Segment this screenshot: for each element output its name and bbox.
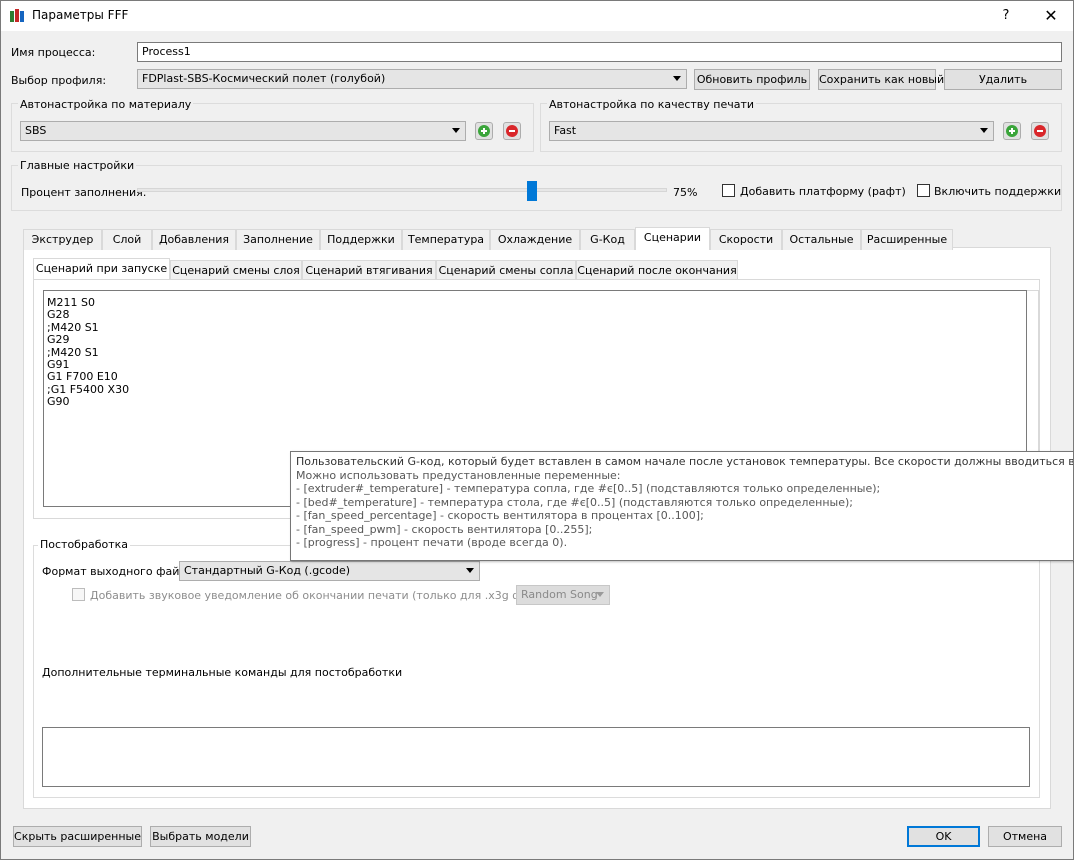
infill-label: Процент заполнения: [21, 186, 147, 199]
close-button[interactable]: ✕ [1036, 5, 1066, 27]
auto-material-title: Автонастройка по материалу [18, 98, 194, 111]
script-line: G1 F700 E10 [47, 370, 118, 384]
subtab-1[interactable]: Сценарий при запуске [33, 258, 170, 281]
sound-checkbox[interactable] [72, 588, 85, 601]
sound-select-value: Random Song [521, 588, 598, 601]
format-label: Формат выходного файла [42, 565, 194, 578]
tab-11[interactable]: Остальные [782, 229, 861, 250]
subtab-3[interactable]: Сценарий втягивания [302, 260, 436, 281]
select-models-button[interactable]: Выбрать модели [150, 826, 251, 847]
chevron-down-icon [466, 568, 474, 573]
profile-label: Выбор профиля: [11, 74, 107, 87]
chevron-down-icon [673, 76, 681, 81]
tooltip-line: - [bed#_temperature] - температура стола… [296, 495, 853, 509]
process-name-label: Имя процесса: [11, 46, 96, 59]
add-quality-button[interactable] [1003, 122, 1021, 140]
subtab-2[interactable]: Сценарий смены слоя [170, 260, 302, 281]
format-select-value: Стандартный G-Код (.gcode) [184, 564, 351, 577]
ok-button[interactable]: OK [907, 826, 980, 847]
infill-slider-track[interactable] [137, 188, 667, 192]
tab-1[interactable]: Экструдер [23, 229, 102, 250]
tooltip: Пользовательский G-код, который будет вс… [290, 451, 1074, 561]
auto-quality-title: Автонастройка по качеству печати [547, 98, 757, 111]
add-material-button[interactable] [475, 122, 493, 140]
tab-10[interactable]: Скорости [710, 229, 782, 250]
infill-slider-thumb[interactable] [526, 181, 537, 201]
infill-value: 75% [673, 186, 698, 199]
save-as-new-button[interactable]: Сохранить как новый [818, 69, 944, 90]
title-bar: Параметры FFF ? ✕ [0, 0, 1074, 31]
tab-2[interactable]: Слой [102, 229, 152, 250]
support-checkbox[interactable] [917, 184, 930, 197]
script-line: G28 [47, 308, 70, 322]
tooltip-line: - [progress] - процент печати (вроде все… [296, 536, 568, 549]
tab-8[interactable]: G-Код [580, 229, 635, 250]
tooltip-line: - [fan_speed_percentage] - скорость вент… [296, 509, 704, 522]
app-icon [10, 9, 24, 22]
help-button[interactable]: ? [991, 5, 1021, 27]
tooltip-line: Можно использовать предустановленные пер… [296, 468, 621, 482]
raft-label: Добавить платформу (рафт) [740, 185, 906, 198]
remove-quality-button[interactable] [1031, 122, 1049, 140]
format-select[interactable]: Стандартный G-Код (.gcode) [179, 561, 480, 581]
tab-5[interactable]: Поддержки [320, 229, 402, 250]
cancel-button[interactable]: Отмена [988, 826, 1062, 847]
subtab-4[interactable]: Сценарий смены сопла [436, 260, 576, 281]
tab-4[interactable]: Заполнение [236, 229, 320, 250]
delete-profile-button[interactable]: Удалить [944, 69, 1062, 90]
subtab-5[interactable]: Сценарий после окончания [576, 260, 738, 281]
chevron-down-icon [596, 592, 604, 597]
tooltip-line: - [extruder#_temperature] - температура … [296, 482, 881, 495]
script-line: G90 [47, 395, 70, 409]
hide-advanced-button[interactable]: Скрыть расширенные [13, 826, 142, 847]
postprocessing-title: Постобработка [38, 538, 130, 551]
profile-select-value: FDPlast-SBS-Космический полет (голубой) [142, 72, 386, 85]
tooltip-line: Пользовательский G-код, который будет вс… [296, 455, 1074, 468]
window-title: Параметры FFF [32, 8, 129, 22]
tab-12[interactable]: Расширенные [861, 229, 953, 250]
raft-checkbox[interactable] [722, 184, 735, 197]
script-line: G29 [47, 333, 70, 347]
tab-9[interactable]: Сценарии [635, 227, 710, 250]
process-name-input[interactable]: Process1 [137, 42, 1062, 62]
chevron-down-icon [452, 128, 460, 133]
tab-6[interactable]: Температура [402, 229, 490, 250]
tab-7[interactable]: Охлаждение [490, 229, 580, 250]
profile-select[interactable]: FDPlast-SBS-Космический полет (голубой) [137, 69, 687, 89]
chevron-down-icon [980, 128, 988, 133]
support-label: Включить поддержки [934, 185, 1062, 198]
main-settings-title: Главные настройки [18, 159, 137, 172]
quality-select[interactable]: Fast [549, 121, 994, 141]
tooltip-line: - [fan_speed_pwm] - скорость вентилятора… [296, 522, 593, 536]
update-profile-button[interactable]: Обновить профиль [694, 69, 810, 90]
tab-3[interactable]: Добавления [152, 229, 236, 250]
terminal-commands-input[interactable] [42, 727, 1030, 787]
sound-select[interactable]: Random Song [516, 585, 610, 605]
material-select[interactable]: SBS [20, 121, 466, 141]
script-content: M211 S0 G28 ;M420 S1 G29 ;M420 S1 G91 G1 F700 … [47, 296, 129, 409]
material-select-value: SBS [25, 124, 47, 137]
quality-select-value: Fast [554, 124, 577, 137]
remove-material-button[interactable] [503, 122, 521, 140]
terminal-label: Дополнительные терминальные команды для … [42, 666, 403, 679]
sound-label: Добавить звуковое уведомление об окончан… [90, 589, 561, 602]
